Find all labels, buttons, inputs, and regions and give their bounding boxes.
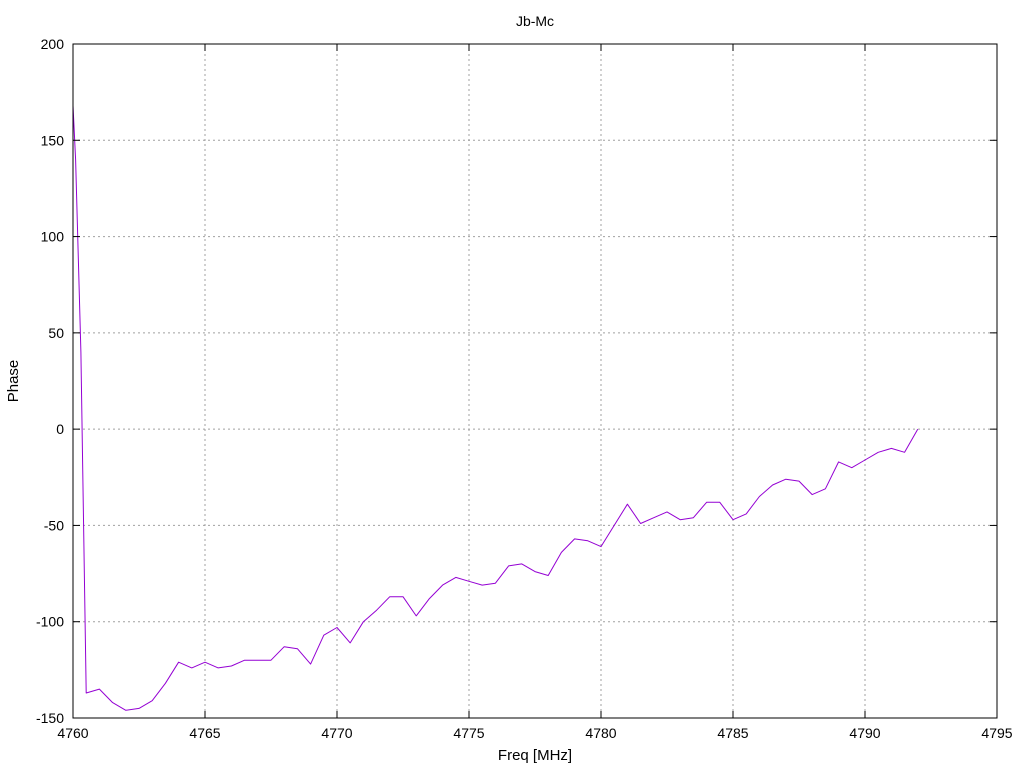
y-tick-label: -50 [44,517,64,533]
x-tick-label: 4765 [189,725,220,741]
y-tick-label: -150 [36,710,64,726]
y-tick-label: 100 [41,229,65,245]
y-tick-label: 0 [56,421,64,437]
phase-chart: 4760 4765 4770 4775 4780 4785 4790 4795 -150 -10… [0,0,1024,768]
x-tick-label: 4780 [585,725,616,741]
x-tick-label: 4795 [981,725,1012,741]
chart-title: Jb-Mc [516,13,554,29]
y-tick-label: 50 [48,325,64,341]
x-axis-label: Freq [MHz] [498,747,572,764]
y-tick-label: -100 [36,614,64,630]
x-tick-label: 4790 [849,725,880,741]
x-tick-label: 4785 [717,725,748,741]
y-tick-label: 150 [41,132,65,148]
x-tick-label: 4775 [453,725,484,741]
chart-background [0,0,1024,768]
y-tick-label: 200 [41,36,65,52]
y-axis-label: Phase [5,360,22,403]
x-tick-label: 4760 [57,725,88,741]
x-tick-label: 4770 [321,725,352,741]
